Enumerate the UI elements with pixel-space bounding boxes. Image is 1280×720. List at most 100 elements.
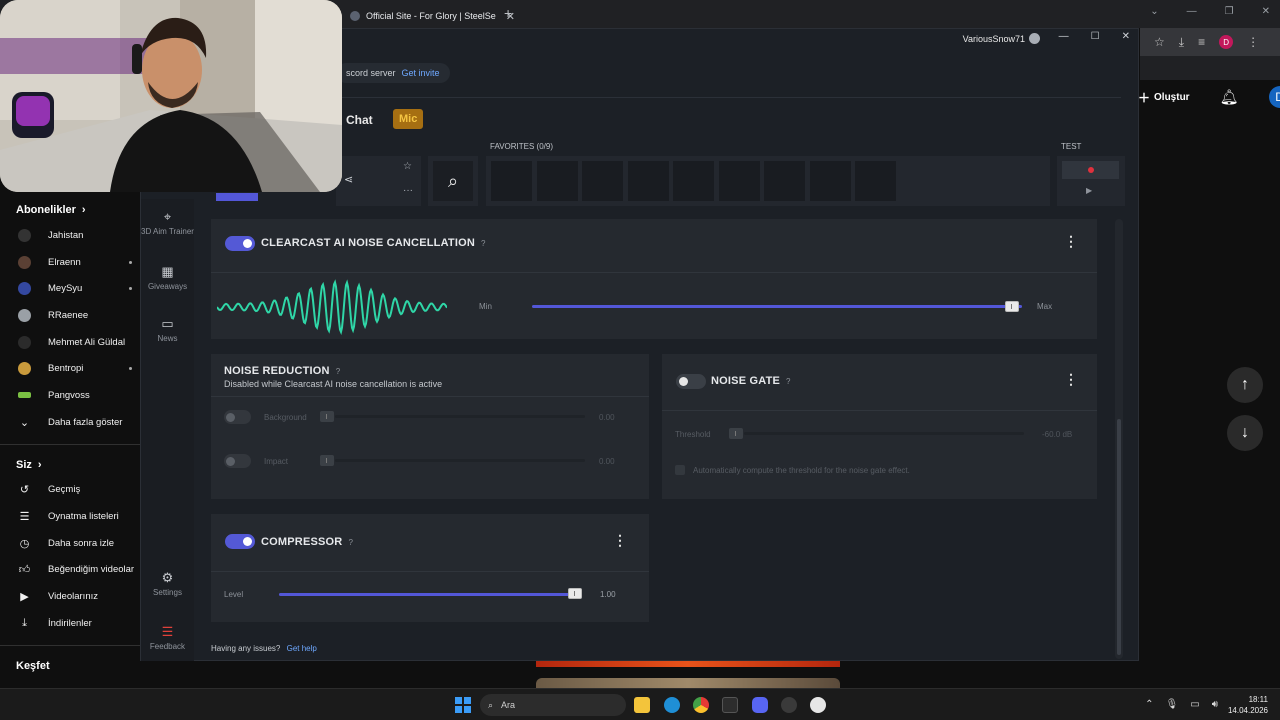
help-icon[interactable]: ? (786, 377, 791, 386)
auto-threshold-checkbox[interactable] (675, 465, 685, 475)
favorite-slot[interactable] (627, 161, 669, 201)
scroll-down-button[interactable]: ↓ (1227, 415, 1263, 451)
close-icon[interactable]: ✕ (1262, 6, 1270, 17)
notifications-bell-icon[interactable]: 🔔︎ (1220, 88, 1239, 106)
get-invite-link[interactable]: Get invite (402, 68, 440, 78)
subscription-item[interactable]: Jahistan (0, 222, 140, 249)
steelseries-sonar-icon[interactable] (810, 697, 826, 713)
windows-start-icon[interactable] (455, 697, 471, 713)
download-icon[interactable]: ⤓ (1179, 35, 1184, 50)
favorite-slot[interactable] (582, 161, 623, 201)
nav-giveaways[interactable]: ▦ Giveaways (141, 264, 194, 291)
gg-user[interactable]: VariousSnow71 (963, 33, 1040, 44)
tab-mic[interactable]: Mic (393, 109, 424, 129)
minimize-icon[interactable]: — (1059, 31, 1069, 42)
volume-icon[interactable]: 🔊︎ (1212, 699, 1218, 710)
favorite-slot[interactable] (491, 161, 532, 201)
favorite-star-icon[interactable]: ☆ (403, 161, 412, 172)
file-explorer-icon[interactable] (634, 697, 650, 713)
browser-tab[interactable]: Official Site - For Glory | SteelSe ✕ (342, 4, 523, 28)
taskbar-search[interactable]: ⌕ Ara (480, 694, 626, 716)
terminal-icon[interactable] (722, 697, 738, 713)
nav-feedback[interactable]: ☰ Feedback (141, 624, 194, 651)
sidebar-item-liked-videos[interactable]: 👍︎ Beğendiğim videolar (0, 557, 140, 584)
clearcast-toggle[interactable] (225, 236, 255, 251)
create-button[interactable]: ＋ Oluştur (1138, 89, 1190, 106)
chevron-down-icon[interactable]: ⌄ (1150, 6, 1158, 17)
search-button[interactable]: ⌕ (433, 161, 473, 201)
steelseries-gg-icon[interactable] (781, 697, 797, 713)
network-icon[interactable]: ▭ (1190, 699, 1199, 710)
bookmark-star-icon[interactable]: ☆ (1154, 35, 1165, 49)
background-slider-track[interactable] (335, 415, 585, 418)
help-icon[interactable]: ? (336, 367, 341, 376)
close-icon[interactable]: ✕ (1122, 31, 1130, 42)
scrollbar-thumb[interactable] (1117, 419, 1121, 655)
favorite-slot[interactable] (855, 161, 896, 201)
microphone-icon[interactable]: 🎙︎ (1166, 699, 1179, 710)
clearcast-level-track[interactable] (532, 305, 1022, 308)
sidebar-item-your-videos[interactable]: ▶ Videolarınız (0, 583, 140, 610)
chrome-icon[interactable] (693, 697, 709, 713)
subscription-item[interactable]: Elraenn (0, 249, 140, 276)
favorite-slot[interactable] (673, 161, 714, 201)
restore-icon[interactable]: ❐ (1225, 6, 1234, 17)
noise-gate-menu-icon[interactable]: ⋮ (1064, 371, 1078, 388)
compressor-level-track[interactable] (279, 593, 575, 596)
subscription-item[interactable]: RRaenee (0, 302, 140, 329)
scroll-up-button[interactable]: ↑ (1227, 367, 1263, 403)
browser-menu-icon[interactable]: ⋮ (1247, 35, 1259, 49)
reading-list-icon[interactable]: ≡ (1198, 35, 1205, 49)
threshold-slider-thumb[interactable] (729, 428, 743, 439)
favorite-slot[interactable] (809, 161, 851, 201)
compressor-menu-icon[interactable]: ⋮ (613, 532, 627, 549)
show-more-button[interactable]: ⌄ Daha fazla göster (0, 409, 140, 436)
minimize-icon[interactable]: — (1187, 6, 1197, 17)
nav-3d-aim-trainer[interactable]: ⌖ 3D Aim Trainer (141, 209, 194, 236)
subscription-item[interactable]: Mehmet Ali Güldal (0, 329, 140, 356)
profile-avatar[interactable]: D (1219, 35, 1234, 49)
nav-settings[interactable]: ⚙ Settings (141, 570, 194, 597)
maximize-icon[interactable]: ☐ (1091, 31, 1100, 42)
background-slider-thumb[interactable] (320, 411, 334, 422)
subscription-item[interactable]: MeySyu (0, 275, 140, 302)
subscription-item[interactable]: Bentropi (0, 355, 140, 382)
video-thumbnail[interactable] (536, 661, 840, 667)
subscription-item[interactable]: Pangvoss (0, 382, 140, 409)
get-help-link[interactable]: Get help (287, 644, 317, 653)
favorite-slot[interactable] (764, 161, 805, 201)
tab-chat[interactable]: Chat (346, 113, 373, 127)
subscriptions-heading[interactable]: Abonelikler › (0, 200, 140, 220)
impact-toggle[interactable] (224, 454, 251, 468)
background-toggle[interactable] (224, 410, 251, 424)
more-options-icon[interactable]: ··· (403, 185, 413, 196)
impact-slider-thumb[interactable] (320, 455, 334, 466)
discord-icon[interactable] (752, 697, 768, 713)
new-tab-icon[interactable]: + (504, 5, 512, 21)
share-icon[interactable]: ⋖ (344, 173, 353, 186)
record-test-button[interactable] (1062, 161, 1119, 179)
impact-slider-track[interactable] (335, 459, 585, 462)
sidebar-item-history[interactable]: ↺ Geçmiş (0, 477, 140, 504)
you-heading[interactable]: Siz › (0, 455, 140, 475)
sidebar-item-downloads[interactable]: ⤓ İndirilenler (0, 610, 140, 637)
sidebar-item-playlists[interactable]: ☰ Oynatma listeleri (0, 503, 140, 530)
favorite-slot[interactable] (536, 161, 578, 201)
sidebar-item-watch-later[interactable]: ◷ Daha sonra izle (0, 530, 140, 557)
clearcast-menu-icon[interactable]: ⋮ (1064, 233, 1078, 250)
video-thumbnail[interactable] (536, 678, 840, 688)
compressor-toggle[interactable] (225, 534, 255, 549)
help-icon[interactable]: ? (348, 538, 353, 547)
edge-icon[interactable] (664, 697, 680, 713)
threshold-slider-track[interactable] (744, 432, 1024, 435)
chevron-up-icon[interactable]: ⌃ (1145, 699, 1153, 710)
favorite-slot[interactable] (718, 161, 760, 201)
nav-news[interactable]: ▭ News (141, 316, 194, 343)
help-icon[interactable]: ? (481, 239, 486, 248)
noise-gate-toggle[interactable] (676, 374, 706, 389)
compressor-level-thumb[interactable] (568, 588, 582, 599)
youtube-avatar[interactable]: D (1268, 86, 1280, 108)
play-test-icon[interactable]: ▶ (1086, 186, 1092, 195)
clearcast-level-thumb[interactable] (1005, 301, 1020, 312)
taskbar-clock[interactable]: 18:11 14.04.2026 (1228, 694, 1268, 716)
